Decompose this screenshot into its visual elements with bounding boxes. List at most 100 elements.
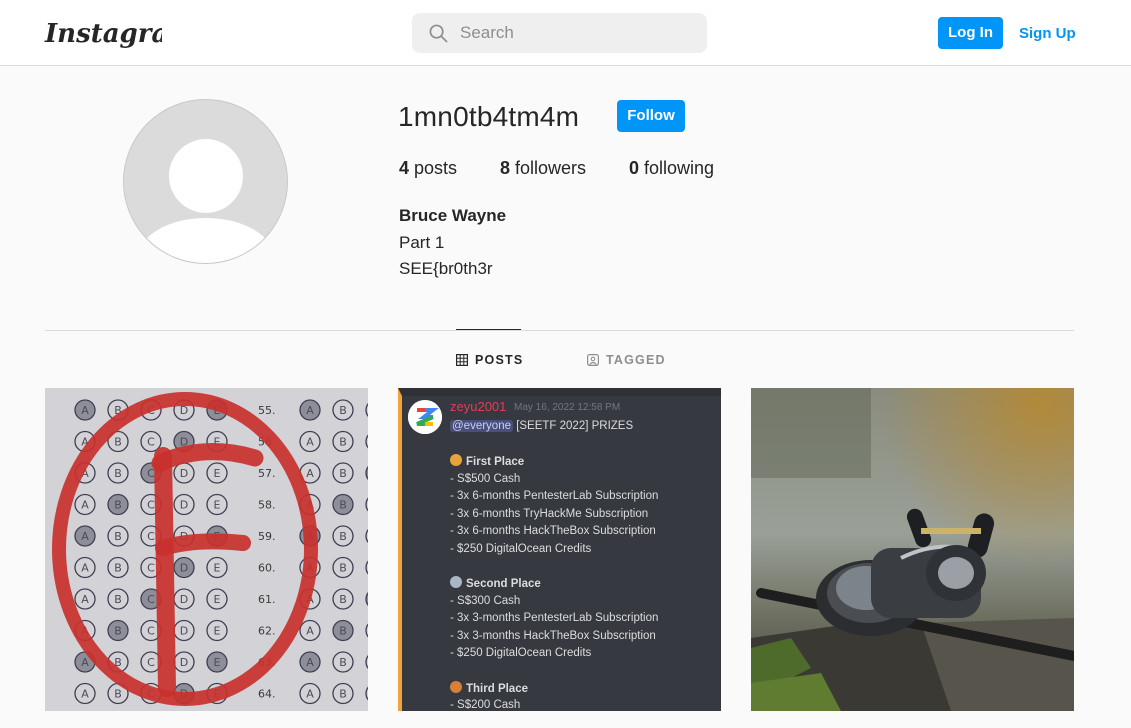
question-number: 64. [258, 688, 276, 701]
prize-item: - 3x 6-months HackTheBox Subscription [450, 525, 656, 537]
bubble-letter: A [306, 688, 314, 701]
bubble-letter: B [339, 499, 347, 512]
bubble-letter: B [339, 625, 347, 638]
followers-count: 8 [500, 158, 511, 178]
post-thumbnail[interactable] [751, 388, 1074, 711]
medal-icon [450, 680, 462, 693]
prize-item: - 3x 6-months PentesterLab Subscription [450, 490, 659, 502]
post-thumbnail[interactable]: AABBCCDEAABBCCDEAABBCCDEAABBCCDEAABBCCDE… [45, 388, 368, 711]
tabs-divider [45, 330, 1074, 331]
bubble-letter: B [339, 688, 347, 701]
prize-item: - S$200 Cash [450, 699, 521, 711]
tab-tagged-label: TAGGED [606, 353, 666, 367]
top-navigation-bar: Instagram Log In Sign Up [0, 0, 1131, 66]
following-label: following [644, 158, 715, 178]
bubble-letter: D [180, 467, 188, 480]
bubble-letter: A [81, 404, 89, 417]
avatar[interactable] [123, 99, 288, 264]
bubble-letter: E [214, 656, 221, 669]
fishing-reel-image [751, 388, 1074, 711]
tab-posts-label: POSTS [475, 353, 524, 367]
log-in-button[interactable]: Log In [938, 17, 1003, 49]
discord-timestamp: May 16, 2022 12:58 PM [514, 402, 621, 413]
sign-up-link[interactable]: Sign Up [1019, 24, 1076, 43]
bubble-letter: A [81, 562, 89, 575]
bubble-letter: B [114, 467, 122, 480]
bubble-letter: A [81, 593, 89, 606]
bubble-letter: C [147, 562, 155, 575]
posts-label: posts [414, 158, 458, 178]
bubble-letter: E [214, 499, 221, 512]
bubble-letter: B [339, 656, 347, 669]
tab-tagged[interactable]: TAGGED [587, 352, 666, 368]
bubble-letter: D [180, 625, 188, 638]
bubble-letter: A [306, 404, 314, 417]
following-count: 0 [629, 158, 640, 178]
bubble-letter: A [81, 530, 89, 543]
follow-button[interactable]: Follow [617, 100, 685, 132]
search-icon [429, 24, 448, 43]
bubble-letter: E [214, 562, 221, 575]
default-avatar-icon [124, 100, 287, 263]
bubble-letter: B [339, 562, 347, 575]
grid-icon [456, 354, 468, 366]
following-stat[interactable]: 0 following [629, 158, 714, 178]
medal-icon [450, 576, 462, 588]
bubble-letter: C [147, 436, 155, 449]
posts-count: 4 [399, 158, 410, 178]
bubble-letter: A [81, 688, 89, 701]
bubble-letter: B [114, 625, 122, 638]
bubble-letter: C [147, 656, 155, 669]
active-tab-indicator [456, 329, 521, 330]
followers-label: followers [515, 158, 587, 178]
bubble-letter: C [147, 625, 155, 638]
question-number: 55. [258, 404, 276, 417]
posts-count-stat: 4 posts [399, 158, 457, 178]
search-box[interactable] [412, 13, 707, 53]
bubble-letter: D [180, 593, 188, 606]
tab-posts[interactable]: POSTS [456, 352, 523, 368]
question-number: 59. [258, 530, 276, 543]
bubble-letter: B [114, 436, 122, 449]
profile-username: 1mn0tb4tm4m [398, 101, 580, 132]
bubble-letter: E [214, 593, 221, 606]
bio-line: SEE{br0th3r [399, 259, 493, 278]
prize-item: - $250 DigitalOcean Credits [450, 647, 592, 659]
bubble-letter: B [114, 562, 122, 575]
bubble-letter: D [180, 562, 188, 575]
bubble-letter: B [114, 530, 122, 543]
announcement-title: [SEETF 2022] PRIZES [516, 420, 634, 432]
prize-item: - 3x 3-months PentesterLab Subscription [450, 612, 659, 624]
bubble-letter: C [147, 530, 155, 543]
bubble-letter: E [214, 625, 221, 638]
discord-avatar [408, 400, 442, 434]
answer-sheet-image: AABBCCDEAABBCCDEAABBCCDEAABBCCDEAABBCCDE… [45, 388, 368, 711]
discord-username: zeyu2001 [450, 399, 507, 414]
bubble-letter: D [180, 499, 188, 512]
medal-icon [450, 454, 462, 466]
bubble-letter: C [147, 499, 155, 512]
bubble-letter: A [306, 625, 314, 638]
bubble-letter: D [180, 656, 188, 669]
bio-line: Part 1 [399, 233, 445, 252]
bubble-letter: B [339, 404, 347, 417]
instagram-logo[interactable]: Instagram [44, 14, 162, 54]
prize-heading: Third Place [450, 680, 528, 696]
bubble-letter: B [114, 499, 122, 512]
question-number: 57. [258, 467, 276, 480]
prize-item: - S$300 Cash [450, 594, 521, 607]
prize-item: - 3x 6-months TryHackMe Subscription [450, 507, 649, 520]
bubble-letter: B [339, 436, 347, 449]
question-number: 61. [258, 593, 276, 606]
bubble-letter: B [339, 467, 347, 480]
bubble-letter: A [306, 656, 314, 669]
bubble-letter: E [214, 467, 221, 480]
everyone-mention: @everyone [450, 420, 513, 432]
discord-message-image: zeyu2001 May 16, 2022 12:58 PM @everyone… [398, 388, 721, 711]
search-input[interactable] [460, 13, 700, 53]
post-thumbnail[interactable]: zeyu2001 May 16, 2022 12:58 PM @everyone… [398, 388, 721, 711]
followers-stat[interactable]: 8 followers [500, 158, 586, 178]
prize-heading: First Place [450, 454, 524, 469]
question-number: 62. [258, 625, 276, 638]
bubble-letter: B [339, 593, 347, 606]
